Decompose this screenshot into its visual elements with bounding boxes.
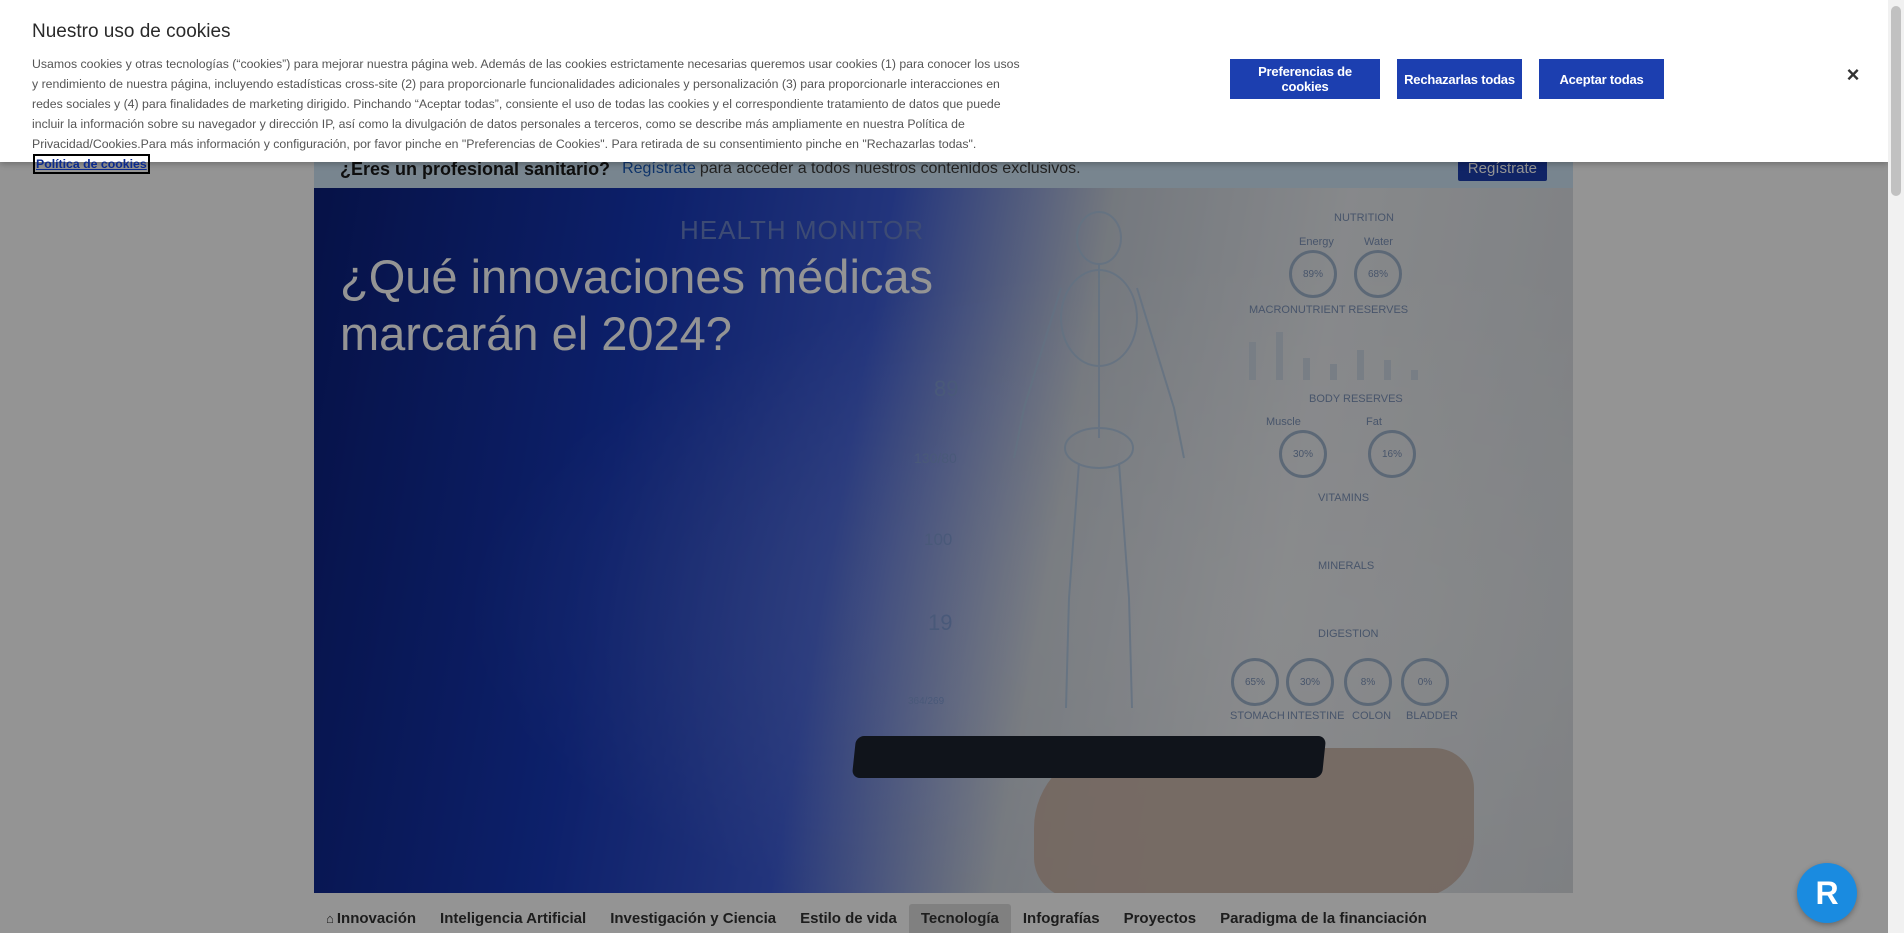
reject-all-button[interactable]: Rechazarlas todas <box>1397 59 1522 99</box>
cookie-banner-text: Usamos cookies y otras tecnologías (“coo… <box>32 54 1022 174</box>
cookie-banner-body: Usamos cookies y otras tecnologías (“coo… <box>32 57 1020 151</box>
close-icon[interactable]: × <box>1842 62 1864 87</box>
cookie-policy-link[interactable]: Política de cookies <box>33 154 150 174</box>
cookie-preferences-button[interactable]: Preferencias de cookies <box>1230 59 1380 99</box>
accessibility-widget-button[interactable]: R <box>1797 863 1857 923</box>
scrollbar[interactable] <box>1888 0 1904 933</box>
scrollbar-thumb[interactable] <box>1891 6 1901 196</box>
widget-icon: R <box>1815 874 1839 911</box>
accept-all-button[interactable]: Aceptar todas <box>1539 59 1664 99</box>
cookie-banner-title: Nuestro uso de cookies <box>32 21 231 42</box>
cookie-banner: Nuestro uso de cookies Usamos cookies y … <box>0 0 1888 174</box>
